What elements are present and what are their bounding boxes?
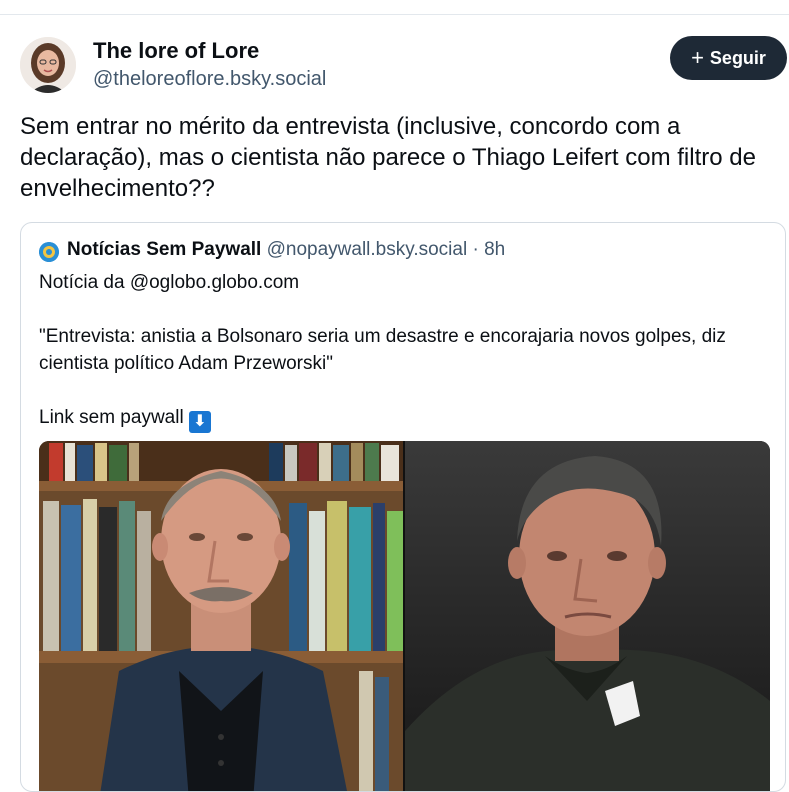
quote-body: Notícia da @oglobo.globo.com "Entrevista…: [39, 269, 759, 433]
follow-label: Seguir: [709, 47, 766, 68]
quote-author-name[interactable]: Notícias Sem Paywall: [67, 239, 261, 260]
author-avatar[interactable]: [20, 37, 76, 93]
author-name[interactable]: The lore of Lore: [93, 38, 259, 64]
quote-avatar: [39, 242, 59, 262]
photo-man-dark-polo[interactable]: [405, 441, 770, 791]
photo-older-man-bookshelf[interactable]: [39, 441, 403, 791]
top-divider: [0, 14, 789, 15]
author-handle[interactable]: @theloreoflore.bsky.social: [93, 68, 326, 91]
plus-icon: +: [691, 45, 704, 70]
quote-line-2: "Entrevista: anistia a Bolsonaro seria u…: [39, 326, 732, 374]
follow-button[interactable]: + Seguir: [670, 36, 787, 80]
down-arrow-icon: ⬇: [188, 411, 211, 433]
separator-dot: ·: [472, 239, 479, 260]
quote-media[interactable]: [39, 441, 770, 791]
quote-time[interactable]: 8h: [484, 239, 505, 260]
quote-line-3: Link sem paywall: [39, 407, 184, 428]
quote-line-1: Notícia da @oglobo.globo.com: [39, 272, 300, 293]
quote-author-handle[interactable]: @nopaywall.bsky.social: [267, 239, 468, 260]
quote-header: Notícias Sem Paywall @nopaywall.bsky.soc…: [67, 239, 505, 261]
post-text: Sem entrar no mérito da entrevista (incl…: [20, 113, 756, 202]
quote-card[interactable]: Notícias Sem Paywall @nopaywall.bsky.soc…: [20, 222, 786, 792]
